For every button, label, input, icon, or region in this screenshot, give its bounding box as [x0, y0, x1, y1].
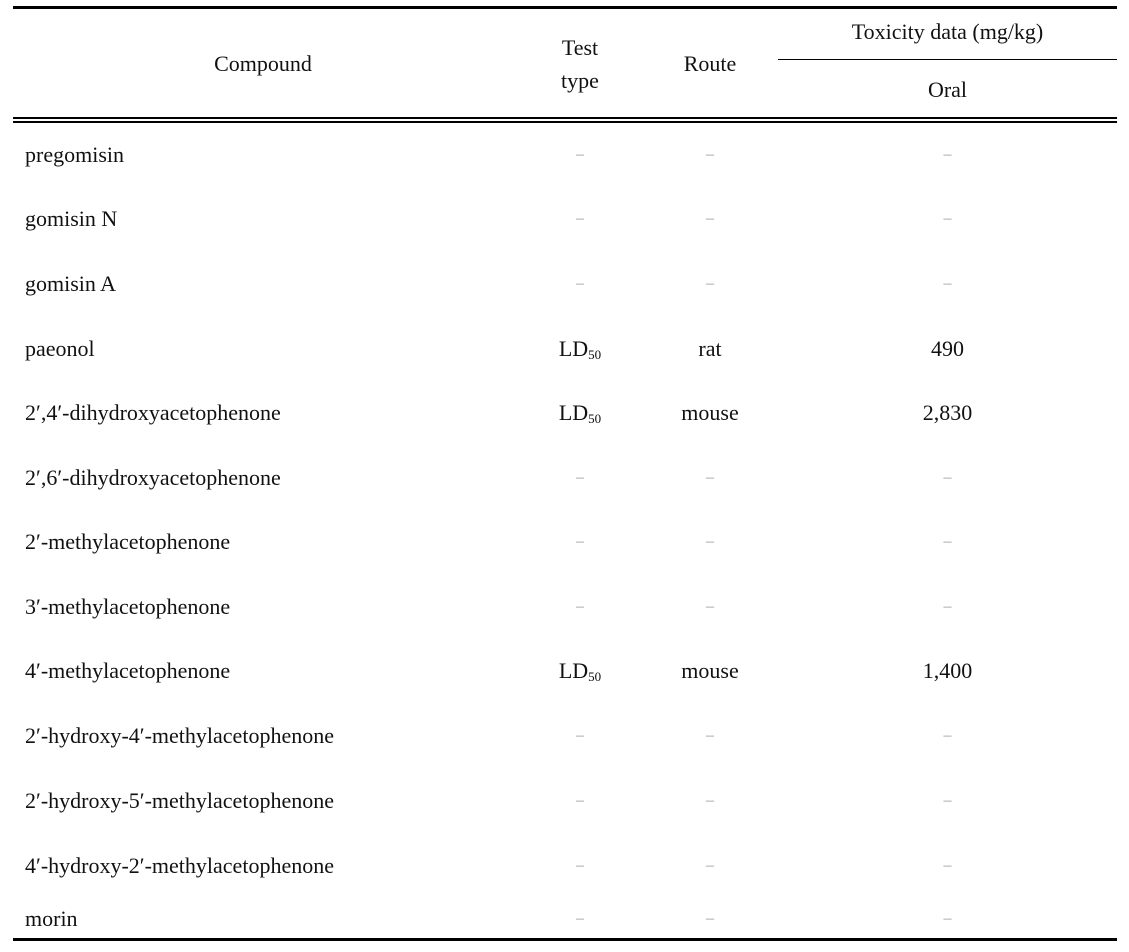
- table-row: gomisin N – – –: [0, 204, 1129, 234]
- cell-oral-toxicity: 1,400: [922, 658, 973, 683]
- cell-route: –: [706, 910, 714, 927]
- table-top-rule: [13, 6, 1117, 9]
- cell-compound: 2′-hydroxy-4′-methylacetophenone: [25, 723, 334, 748]
- cell-oral-toxicity: –: [943, 275, 952, 292]
- cell-route: rat: [698, 336, 722, 361]
- cell-oral-toxicity: –: [943, 857, 952, 874]
- cell-route: –: [706, 146, 714, 163]
- table-row: 4′-hydroxy-2′-methylacetophenone – – –: [0, 851, 1129, 881]
- cell-oral-toxicity: –: [943, 727, 952, 744]
- cell-oral-toxicity: –: [943, 210, 952, 227]
- test-type-subscript: 50: [588, 347, 602, 362]
- cell-route: mouse: [681, 400, 739, 425]
- table-row: paeonol LD50 rat 490: [0, 334, 1129, 364]
- test-type-subscript: 50: [588, 411, 602, 426]
- cell-test-type: –: [576, 598, 584, 615]
- cell-test-type: –: [576, 727, 584, 744]
- table-row: 2′-hydroxy-5′-methylacetophenone – – –: [0, 786, 1129, 816]
- cell-route: –: [706, 469, 714, 486]
- cell-route: –: [706, 275, 714, 292]
- cell-test-type: –: [576, 792, 584, 809]
- cell-compound: paeonol: [25, 336, 95, 361]
- cell-test-type: LD50: [520, 656, 640, 686]
- cell-compound: 4′-methylacetophenone: [25, 658, 231, 683]
- cell-oral-toxicity: –: [943, 792, 952, 809]
- cell-compound: 2′,6′-dihydroxyacetophenone: [25, 465, 281, 490]
- cell-compound: gomisin A: [25, 271, 117, 296]
- cell-oral-toxicity: –: [943, 598, 952, 615]
- cell-compound: 2′,4′-dihydroxyacetophenone: [25, 400, 281, 425]
- table-row: 2′-hydroxy-4′-methylacetophenone – – –: [0, 721, 1129, 751]
- header-test-type-line1: Test: [561, 35, 599, 60]
- cell-compound: 2′-methylacetophenone: [25, 529, 231, 554]
- header-test-type-line2: type: [561, 68, 599, 93]
- header-toxicity-data: Toxicity data (mg/kg): [851, 19, 1044, 44]
- cell-oral-toxicity: 2,830: [922, 400, 973, 425]
- cell-compound: 4′-hydroxy-2′-methylacetophenone: [25, 853, 334, 878]
- cell-oral-toxicity: –: [943, 533, 952, 550]
- header-compound: Compound: [214, 51, 312, 76]
- table-row: pregomisin – – –: [0, 140, 1129, 170]
- header-double-rule-lower: [13, 121, 1117, 123]
- cell-compound: morin: [25, 906, 78, 931]
- cell-test-type: –: [576, 469, 584, 486]
- cell-oral-toxicity: –: [943, 910, 952, 927]
- cell-oral-toxicity: 490: [931, 336, 964, 361]
- cell-test-type: –: [576, 857, 584, 874]
- table-row: 4′-methylacetophenone LD50 mouse 1,400: [0, 656, 1129, 686]
- table-row: 2′,6′-dihydroxyacetophenone – – –: [0, 463, 1129, 493]
- cell-oral-toxicity: –: [943, 469, 952, 486]
- cell-test-type: –: [576, 210, 584, 227]
- cell-route: –: [706, 792, 714, 809]
- cell-route: –: [706, 210, 714, 227]
- cell-test-type: –: [576, 275, 584, 292]
- cell-oral-toxicity: –: [943, 146, 952, 163]
- cell-compound: pregomisin: [25, 142, 124, 167]
- header-oral: Oral: [927, 77, 968, 102]
- test-type-label: LD: [558, 658, 589, 683]
- table-row: 3′-methylacetophenone – – –: [0, 592, 1129, 622]
- table-row: morin – – –: [0, 904, 1129, 934]
- header-subgroup-rule: [778, 59, 1117, 60]
- cell-compound: 3′-methylacetophenone: [25, 594, 231, 619]
- table-row: 2′,4′-dihydroxyacetophenone LD50 mouse 2,83…: [0, 398, 1129, 428]
- table-bottom-rule: [13, 938, 1117, 941]
- header-route: Route: [683, 51, 737, 76]
- cell-test-type: –: [576, 910, 584, 927]
- cell-compound: gomisin N: [25, 206, 118, 231]
- test-type-subscript: 50: [588, 669, 602, 684]
- cell-route: –: [706, 727, 714, 744]
- cell-route: mouse: [681, 658, 739, 683]
- header-double-rule-upper: [13, 117, 1117, 119]
- cell-route: –: [706, 598, 714, 615]
- header-test-type: Test type: [520, 31, 640, 97]
- test-type-label: LD: [558, 336, 589, 361]
- cell-route: –: [706, 857, 714, 874]
- cell-test-type: LD50: [520, 398, 640, 428]
- cell-route: –: [706, 533, 714, 550]
- cell-test-type: –: [576, 146, 584, 163]
- cell-test-type: LD50: [520, 334, 640, 364]
- test-type-label: LD: [558, 400, 589, 425]
- table-row: 2′-methylacetophenone – – –: [0, 527, 1129, 557]
- table-row: gomisin A – – –: [0, 269, 1129, 299]
- cell-compound: 2′-hydroxy-5′-methylacetophenone: [25, 788, 334, 813]
- cell-test-type: –: [576, 533, 584, 550]
